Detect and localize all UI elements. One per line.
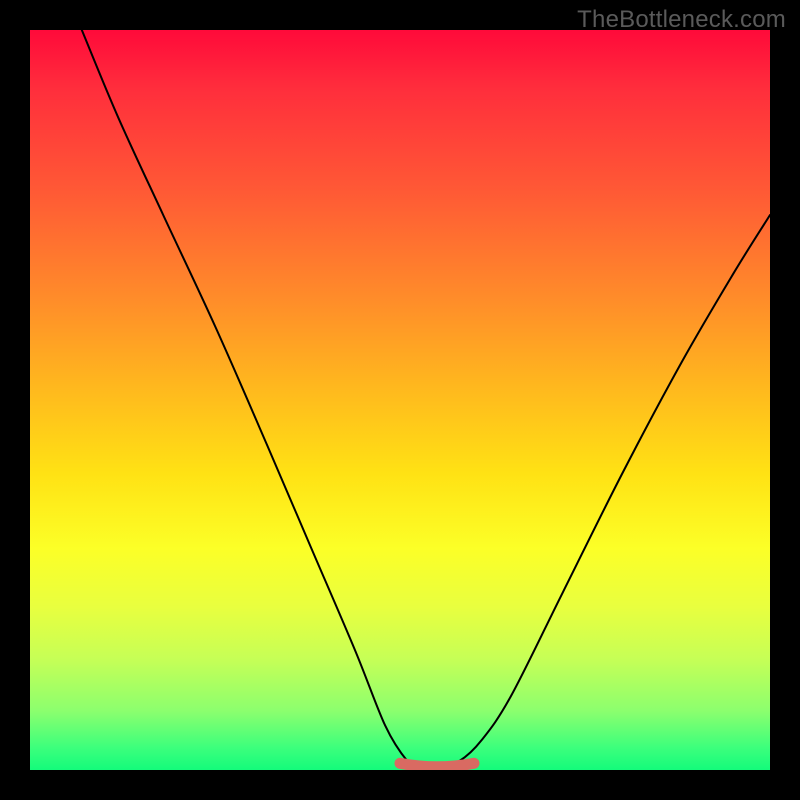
plot-area bbox=[30, 30, 770, 770]
watermark-text: TheBottleneck.com bbox=[577, 6, 786, 34]
highlight-svg bbox=[30, 30, 770, 770]
chart-frame: TheBottleneck.com bbox=[0, 0, 800, 800]
flat-bottom-highlight bbox=[400, 763, 474, 767]
